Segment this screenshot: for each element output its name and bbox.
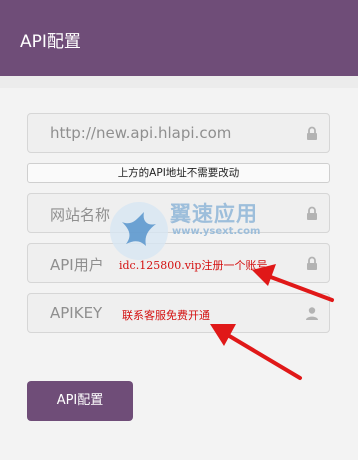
- arrow-icon: [210, 324, 302, 380]
- api-config-button[interactable]: API配置: [27, 381, 133, 421]
- page: API配置 http://new.api.hlapi.com 上方的API地址不…: [0, 0, 358, 460]
- arrow-icon: [252, 264, 334, 302]
